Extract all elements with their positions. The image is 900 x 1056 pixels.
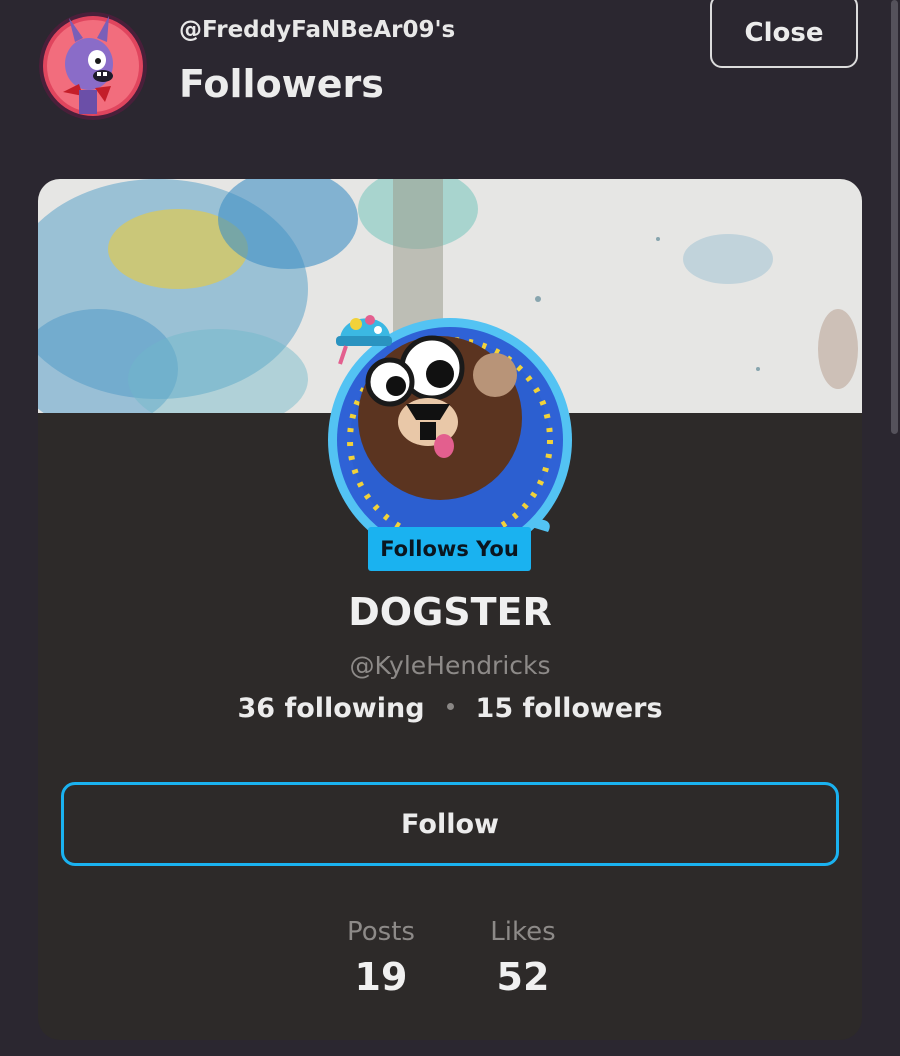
posts-count: 19 xyxy=(354,955,408,999)
profile-avatar[interactable] xyxy=(320,300,590,562)
posts-label: Posts xyxy=(347,917,415,947)
separator-dot xyxy=(446,703,454,710)
page-title: Followers xyxy=(179,62,384,106)
header-avatar[interactable] xyxy=(39,12,147,120)
follows-you-badge: Follows You xyxy=(368,527,531,571)
likes-count: 52 xyxy=(496,955,550,999)
followers-owner-handle: @FreddyFaNBeAr09's xyxy=(179,17,456,43)
likes-label: Likes xyxy=(490,917,556,947)
profile-display-name: DOGSTER xyxy=(348,590,552,634)
follow-stats: 36 following 15 followers xyxy=(0,693,900,724)
profile-username[interactable]: @KyleHendricks xyxy=(0,651,900,680)
likes-metric[interactable]: Likes 52 xyxy=(463,917,583,999)
close-button[interactable]: Close xyxy=(710,0,858,68)
posts-metric[interactable]: Posts 19 xyxy=(321,917,441,999)
following-count[interactable]: 36 following xyxy=(237,693,424,724)
bunny-avatar-icon xyxy=(39,12,147,120)
follow-button[interactable]: Follow xyxy=(61,782,839,866)
dog-avatar-icon xyxy=(328,315,572,562)
followers-count[interactable]: 15 followers xyxy=(476,693,663,724)
scrollbar[interactable] xyxy=(891,0,898,434)
